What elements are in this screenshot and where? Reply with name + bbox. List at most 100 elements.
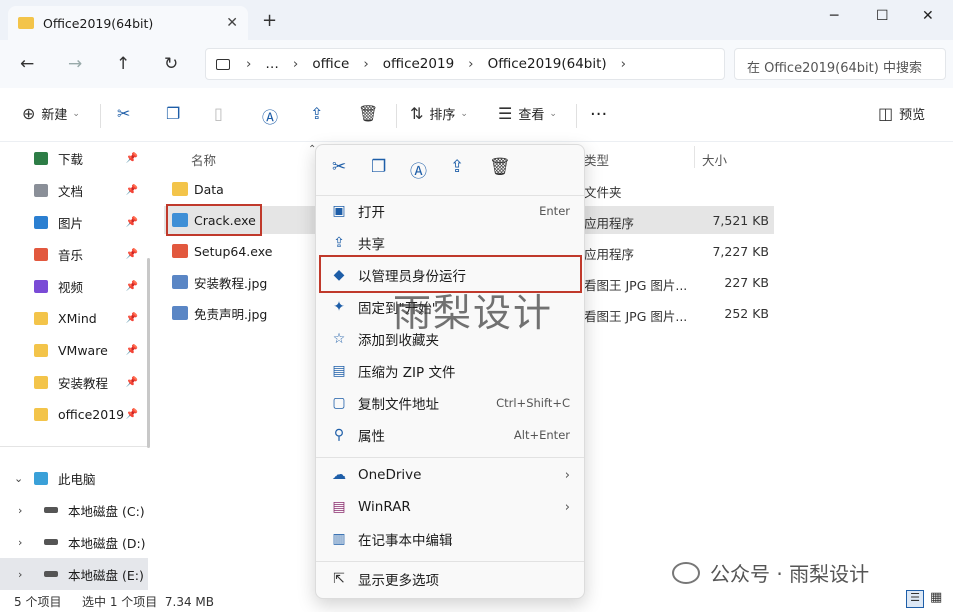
file-type: 应用程序 (584, 216, 635, 231)
tab-close-button[interactable]: ✕ (226, 15, 238, 31)
forward-button[interactable]: → (68, 54, 82, 74)
preview-button[interactable]: ◫ 预览 (878, 104, 925, 123)
pin-icon[interactable]: 📌 (126, 313, 138, 324)
pin-icon[interactable]: 📌 (126, 153, 138, 164)
divider (396, 104, 397, 128)
cut-icon[interactable]: ✂ (332, 157, 346, 177)
sidebar-item[interactable]: 文档 📌 (0, 174, 148, 206)
document-icon (34, 183, 48, 197)
menu-item-notepad[interactable]: ▥ 在记事本中编辑 (316, 523, 584, 555)
drive-icon (44, 571, 58, 577)
sidebar-item[interactable]: 视频 📌 (0, 270, 148, 302)
menu-item-shortcut: Alt+Enter (513, 428, 570, 442)
rename-icon[interactable]: Ⓐ (410, 157, 427, 182)
footer-watermark-text: 公众号 · 雨梨设计 (710, 562, 870, 586)
file-name-cell[interactable]: 免责声明.jpg (172, 301, 267, 325)
up-button[interactable]: ↑ (116, 54, 130, 74)
rename-icon[interactable]: Ⓐ (262, 104, 284, 128)
copy-icon[interactable]: ❐ (371, 157, 386, 177)
paste-icon[interactable]: ▯ (214, 104, 229, 123)
item-count: 5 个项目 (14, 595, 62, 609)
back-button[interactable]: ← (20, 54, 34, 74)
sidebar-item-drive[interactable]: › 本地磁盘 (E:) (0, 558, 148, 590)
office-setup-icon (172, 244, 188, 258)
breadcrumb-ellipsis[interactable]: … (265, 56, 279, 72)
new-button[interactable]: ⊕ 新建 ⌄ (22, 104, 80, 123)
menu-item-more-options[interactable]: ⇱ 显示更多选项 (316, 563, 584, 595)
delete-icon[interactable]: 🗑 (358, 104, 384, 123)
view-label: 查看 (518, 108, 545, 123)
close-button[interactable]: ✕ (922, 8, 934, 24)
sidebar-item[interactable]: VMware 📌 (0, 334, 148, 366)
menu-item-onedrive[interactable]: ☁ OneDrive › (316, 459, 584, 491)
column-header-name[interactable]: 名称 (191, 150, 216, 169)
menu-item-winrar[interactable]: ▤ WinRAR › (316, 491, 584, 523)
chevron-right-icon[interactable]: › (18, 568, 22, 581)
zip-icon: ▤ (332, 363, 346, 379)
menu-item[interactable]: ▣ 打开 Enter (316, 195, 584, 227)
delete-icon[interactable]: 🗑 (489, 157, 511, 177)
breadcrumb-office2019-64bit[interactable]: Office2019(64bit) (488, 56, 607, 72)
sidebar-item[interactable]: office2019 📌 (0, 398, 148, 430)
sidebar-scrollbar[interactable] (147, 258, 150, 448)
share-icon[interactable]: ⇪ (450, 157, 464, 177)
cut-icon[interactable]: ✂ (117, 104, 136, 123)
breadcrumb-office2019[interactable]: office2019 (383, 56, 454, 72)
refresh-button[interactable]: ↻ (164, 54, 178, 74)
sidebar-item-this-pc[interactable]: ⌄ 此电脑 (0, 462, 148, 494)
context-quick-actions: ✂ ❐ Ⓐ ⇪ 🗑 (316, 157, 584, 187)
pin-icon[interactable]: 📌 (126, 249, 138, 260)
sidebar-item[interactable]: 音乐 📌 (0, 238, 148, 270)
sidebar-item[interactable]: 下载 📌 (0, 142, 148, 174)
menu-item[interactable]: ▤ 压缩为 ZIP 文件 (316, 355, 584, 387)
sidebar-item[interactable]: XMind 📌 (0, 302, 148, 334)
file-type: 应用程序 (584, 247, 635, 262)
navigation-pane: 下载 📌 文档 📌 图片 📌 音乐 📌 视频 📌 XMind 📌 VMware … (0, 142, 152, 590)
copy-icon[interactable]: ❐ (166, 104, 186, 123)
tiles-view-icon[interactable]: ▦ (930, 590, 942, 605)
menu-item[interactable]: ▢ 复制文件地址 Ctrl+Shift+C (316, 387, 584, 419)
divider (0, 446, 148, 447)
folder-icon (34, 343, 48, 357)
sidebar-item[interactable]: 图片 📌 (0, 206, 148, 238)
breadcrumb-office[interactable]: office (312, 56, 349, 72)
file-name-cell[interactable]: Setup64.exe (172, 239, 272, 263)
menu-item[interactable]: ⚲ 属性 Alt+Enter (316, 419, 584, 451)
jpg-icon (172, 275, 188, 289)
column-header-size[interactable]: 大小 (702, 150, 727, 169)
menu-item-shortcut: Ctrl+Shift+C (496, 396, 570, 410)
pin-icon[interactable]: 📌 (126, 345, 138, 356)
chevron-right-icon[interactable]: › (18, 504, 22, 517)
new-tab-button[interactable]: + (262, 10, 277, 31)
menu-item-label: 在记事本中编辑 (358, 533, 453, 549)
preview-pane-icon: ◫ (878, 104, 894, 123)
sort-button[interactable]: ⇅ 排序 ⌄ (410, 104, 468, 123)
chevron-right-icon: › (363, 56, 369, 72)
column-header-type[interactable]: 类型 (584, 150, 609, 169)
pin-icon[interactable]: 📌 (126, 217, 138, 228)
sidebar-item-drive[interactable]: › 本地磁盘 (D:) (0, 526, 148, 558)
file-name-cell[interactable]: Data (172, 177, 224, 201)
context-menu: ✂ ❐ Ⓐ ⇪ 🗑 ▣ 打开 Enter ⇪ 共享 ◆ 以管理员身份运行 ✦ 固… (315, 144, 585, 599)
view-button[interactable]: ☰ 查看 ⌄ (498, 104, 557, 123)
more-button[interactable]: ··· (590, 104, 607, 125)
tab-office2019[interactable]: Office2019(64bit) ✕ (8, 6, 248, 40)
computer-icon (34, 471, 48, 485)
search-input[interactable]: 在 Office2019(64bit) 中搜索 (734, 48, 946, 80)
share-icon[interactable]: ⇪ (310, 104, 329, 123)
pin-icon[interactable]: 📌 (126, 281, 138, 292)
chevron-down-icon: ⌄ (549, 108, 557, 119)
chevron-right-icon[interactable]: › (18, 536, 22, 549)
pin-icon[interactable]: 📌 (126, 185, 138, 196)
file-name-cell[interactable]: 安装教程.jpg (172, 270, 267, 294)
maximize-button[interactable]: ☐ (876, 8, 889, 24)
minimize-button[interactable]: ─ (830, 8, 838, 24)
pin-icon[interactable]: 📌 (126, 409, 138, 420)
sidebar-item[interactable]: 安装教程 📌 (0, 366, 148, 398)
sidebar-item-drive[interactable]: › 本地磁盘 (C:) (0, 494, 148, 526)
details-view-icon[interactable]: ☰ (906, 590, 924, 608)
chevron-down-icon[interactable]: ⌄ (14, 472, 23, 485)
divider (100, 104, 101, 128)
pin-icon[interactable]: 📌 (126, 377, 138, 388)
address-bar[interactable]: › … › office › office2019 › Office2019(6… (205, 48, 725, 80)
